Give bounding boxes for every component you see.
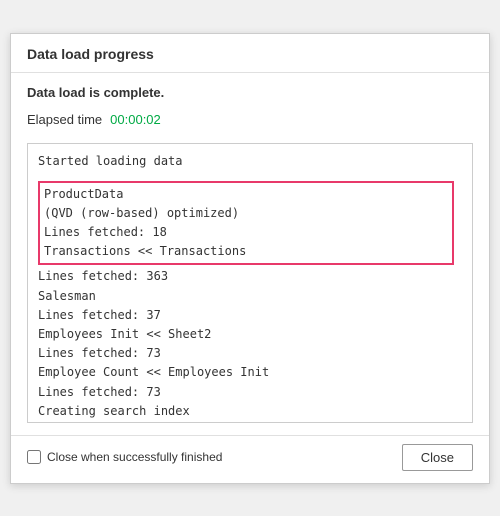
elapsed-label: Elapsed time bbox=[27, 112, 102, 127]
status-complete: Data load is complete. bbox=[27, 85, 473, 100]
log-rest: Lines fetched: 363 Salesman Lines fetche… bbox=[38, 267, 462, 422]
log-started: Started loading data bbox=[38, 152, 462, 171]
dialog-footer: Close when successfully finished Close bbox=[11, 435, 489, 483]
log-container[interactable]: Started loading data ProductData (QVD (r… bbox=[27, 143, 473, 423]
dialog-title: Data load progress bbox=[27, 46, 154, 62]
elapsed-row: Elapsed time 00:00:02 bbox=[27, 112, 473, 127]
log-highlighted: ProductData (QVD (row-based) optimized) … bbox=[38, 181, 454, 266]
close-button[interactable]: Close bbox=[402, 444, 473, 471]
dialog-header: Data load progress bbox=[11, 34, 489, 73]
elapsed-time: 00:00:02 bbox=[110, 112, 161, 127]
close-checkbox[interactable] bbox=[27, 450, 41, 464]
checkbox-row: Close when successfully finished bbox=[27, 450, 222, 464]
dialog-body: Data load is complete. Elapsed time 00:0… bbox=[11, 73, 489, 435]
checkbox-label[interactable]: Close when successfully finished bbox=[47, 450, 222, 464]
data-load-dialog: Data load progress Data load is complete… bbox=[10, 33, 490, 484]
